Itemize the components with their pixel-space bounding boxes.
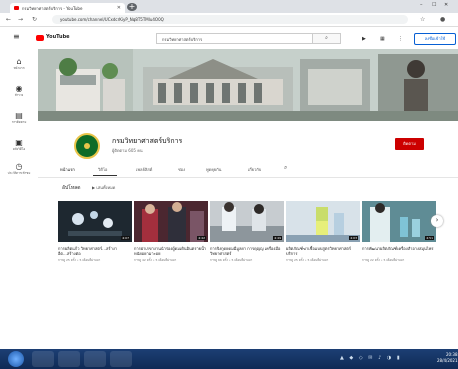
new-tab-button[interactable]: + bbox=[127, 3, 137, 11]
video-title[interactable]: การพัฒนาผลิตภัณฑ์เครื่องสำอางสมุนไพร bbox=[362, 246, 436, 251]
profile-icon[interactable]: ● bbox=[440, 16, 445, 23]
video-title[interactable]: การจิงกุดยดมมีมูลยา การดุญญ เครื่องมือวิ… bbox=[210, 246, 284, 256]
chevron-right-icon[interactable]: › bbox=[431, 215, 443, 227]
url-text: youtube.com/channel/UCxdcrKiyP_Nq8T5TMlu… bbox=[60, 17, 164, 22]
apps-grid-icon[interactable]: ▦ bbox=[380, 36, 385, 42]
sidebar-item-history[interactable]: ◷ ประวัติการเข้าชม bbox=[0, 162, 38, 176]
tab-channels[interactable]: ช่อง bbox=[178, 166, 185, 173]
sidebar-item-explore[interactable]: ◉ สำรวจ bbox=[0, 84, 38, 98]
sidebar-item-library[interactable]: ▣ คลังวิดีโอ bbox=[0, 138, 38, 152]
history-icon: ◷ bbox=[15, 162, 23, 171]
sidebar-item-subscriptions[interactable]: ▤ การติดตาม bbox=[0, 111, 38, 125]
video-thumbnail[interactable]: 4:51 bbox=[362, 201, 436, 242]
play-icon: ▶ bbox=[92, 185, 96, 190]
tab-videos[interactable]: วิดีโอ bbox=[98, 166, 107, 173]
windows-taskbar: ▲ ◆ ◇ ✉ ♪ ◑ ▮ 20:38 28/4/2021 bbox=[0, 349, 458, 369]
channel-search-icon[interactable]: ⌕ bbox=[284, 164, 287, 172]
channel-avatar[interactable] bbox=[74, 133, 100, 159]
library-icon: ▣ bbox=[15, 138, 23, 147]
video-thumbnail[interactable]: 4:07 bbox=[58, 201, 132, 242]
close-window-icon[interactable]: ✕ bbox=[444, 2, 448, 8]
word-icon[interactable] bbox=[84, 351, 106, 367]
browser-tab-bar: กรมวิทยาศาสตร์บริการ - YouTube ✕ + – ☐ ✕ bbox=[0, 0, 458, 13]
create-video-icon[interactable]: ▶ bbox=[362, 36, 366, 42]
search-button[interactable]: ⌕ bbox=[312, 33, 341, 44]
browser-tab-title: กรมวิทยาศาสตร์บริการ - YouTube bbox=[22, 6, 83, 11]
sidebar-item-label: การติดตาม bbox=[11, 120, 27, 124]
maximize-window-icon[interactable]: ☐ bbox=[432, 2, 436, 8]
browser-tab[interactable]: กรมวิทยาศาสตร์บริการ - YouTube ✕ bbox=[10, 3, 125, 13]
sidebar-item-label: ประวัติการเข้าชม bbox=[7, 171, 31, 175]
search-query: กรมวิทยาศาสตร์บริการ bbox=[162, 37, 203, 42]
tab-home[interactable]: หน้าแรก bbox=[60, 166, 75, 173]
sidebar-item-label: คลังวิดีโอ bbox=[12, 147, 26, 151]
video-duration: 4:51 bbox=[425, 236, 434, 240]
close-tab-icon[interactable]: ✕ bbox=[117, 5, 121, 11]
youtube-header: ≡ YouTube กรมวิทยาศาสตร์บริการ ⌕ ▶ ▦ ⋮ ล… bbox=[0, 27, 458, 49]
start-button[interactable] bbox=[8, 351, 24, 367]
back-icon[interactable]: ← bbox=[6, 16, 11, 23]
video-duration: 4:49 bbox=[273, 236, 282, 240]
channel-banner-image bbox=[38, 49, 458, 121]
url-input[interactable]: youtube.com/channel/UCxdcrKiyP_Nq8T5TMlu… bbox=[52, 15, 408, 24]
explore-icon: ◉ bbox=[15, 84, 23, 93]
search-input[interactable]: กรมวิทยาศาสตร์บริการ bbox=[156, 33, 313, 44]
sidebar-item-label: สำรวจ bbox=[14, 93, 24, 97]
video-meta: การดู 25 ครั้ง • 5 เดือนที่ผ่านมา bbox=[58, 258, 101, 262]
video-title[interactable]: การผ่าเรขางานนำร่องผู้ดมเดินอินตรายน้ำหน… bbox=[134, 246, 208, 256]
video-meta: การดู 25 ครั้ง • 5 เดือนที่ผ่านมา bbox=[286, 258, 329, 262]
subscriber-count: ผู้ติดตาม 605 คน bbox=[112, 148, 143, 153]
youtube-logo-icon[interactable] bbox=[36, 35, 44, 41]
menu-icon[interactable]: ≡ bbox=[13, 32, 20, 41]
youtube-logo-text[interactable]: YouTube bbox=[46, 34, 70, 40]
video-duration: 4:07 bbox=[121, 236, 130, 240]
home-icon: ⌂ bbox=[16, 57, 22, 66]
tab-about[interactable]: เกี่ยวกับ bbox=[248, 166, 261, 173]
address-bar-row: ← → ↻ youtube.com/channel/UCxdcrKiyP_Nq8… bbox=[0, 13, 458, 27]
active-tab-indicator bbox=[93, 175, 117, 176]
internet-explorer-icon[interactable] bbox=[32, 351, 54, 367]
chrome-icon[interactable] bbox=[58, 351, 80, 367]
clock-date: 28/4/2021 bbox=[437, 358, 458, 363]
video-thumbnail[interactable]: 4:42 bbox=[134, 201, 208, 242]
tab-discussion[interactable]: พูดคุยกัน bbox=[206, 166, 221, 173]
system-tray-icons[interactable]: ▲ ◆ ◇ ✉ ♪ ◑ ▮ bbox=[340, 355, 402, 361]
sidebar: ⌂ หน้าแรก ◉ สำรวจ ▤ การติดตาม ▣ คลังวิดี… bbox=[0, 49, 38, 349]
sign-in-label: ลงชื่อเข้าใช้ bbox=[424, 36, 446, 41]
forward-icon[interactable]: → bbox=[18, 16, 23, 23]
subscribe-button[interactable]: ติดตาม bbox=[395, 138, 424, 150]
channel-name: กรมวิทยาศาสตร์บริการ bbox=[112, 137, 183, 145]
minimize-window-icon[interactable]: – bbox=[420, 2, 423, 8]
subscriptions-icon: ▤ bbox=[15, 111, 23, 120]
video-title[interactable]: ผลิตภัณฑ์ฆ่าเชื้อแบบสูตรวิทยาศาสตร์บริกา… bbox=[286, 246, 360, 256]
reload-icon[interactable]: ↻ bbox=[32, 16, 37, 23]
play-all-button[interactable]: ▶ เล่นทั้งหมด bbox=[92, 184, 115, 191]
sidebar-item-label: หน้าแรก bbox=[13, 66, 25, 70]
uploads-section-title[interactable]: อัปโหลด bbox=[62, 184, 80, 192]
video-meta: การดู 42 ครั้ง • 5 เดือนที่ผ่านมา bbox=[134, 258, 177, 262]
sign-in-button[interactable]: ลงชื่อเข้าใช้ bbox=[414, 33, 456, 45]
more-options-icon[interactable]: ⋮ bbox=[398, 36, 403, 42]
tab-playlists[interactable]: เพลย์ลิสต์ bbox=[136, 166, 152, 173]
video-title[interactable]: การผลิตแก้ว วิทยาศาสตร์...สร้างาอีต...สร… bbox=[58, 246, 132, 256]
video-meta: การดู 22 ครั้ง • 5 เดือนที่ผ่านมา bbox=[362, 258, 405, 262]
sidebar-item-home[interactable]: ⌂ หน้าแรก bbox=[0, 57, 38, 71]
video-thumbnail[interactable]: 4:49 bbox=[210, 201, 284, 242]
video-thumbnail[interactable]: 4:03 bbox=[286, 201, 360, 242]
video-meta: การดู 66 ครั้ง • 5 เดือนที่ผ่านมา bbox=[210, 258, 253, 262]
subscribe-label: ติดตาม bbox=[403, 141, 416, 146]
video-duration: 4:03 bbox=[349, 236, 358, 240]
video-duration: 4:42 bbox=[197, 236, 206, 240]
youtube-favicon-icon bbox=[14, 6, 19, 10]
play-all-label: เล่นทั้งหมด bbox=[96, 185, 116, 190]
file-explorer-icon[interactable] bbox=[110, 351, 132, 367]
channel-banner bbox=[38, 49, 458, 121]
taskbar-clock[interactable]: 20:38 28/4/2021 bbox=[437, 352, 458, 364]
channel-tabs: หน้าแรก วิดีโอ เพลย์ลิสต์ ช่อง พูดคุยกัน… bbox=[38, 163, 458, 178]
bookmark-star-icon[interactable]: ☆ bbox=[420, 16, 425, 23]
